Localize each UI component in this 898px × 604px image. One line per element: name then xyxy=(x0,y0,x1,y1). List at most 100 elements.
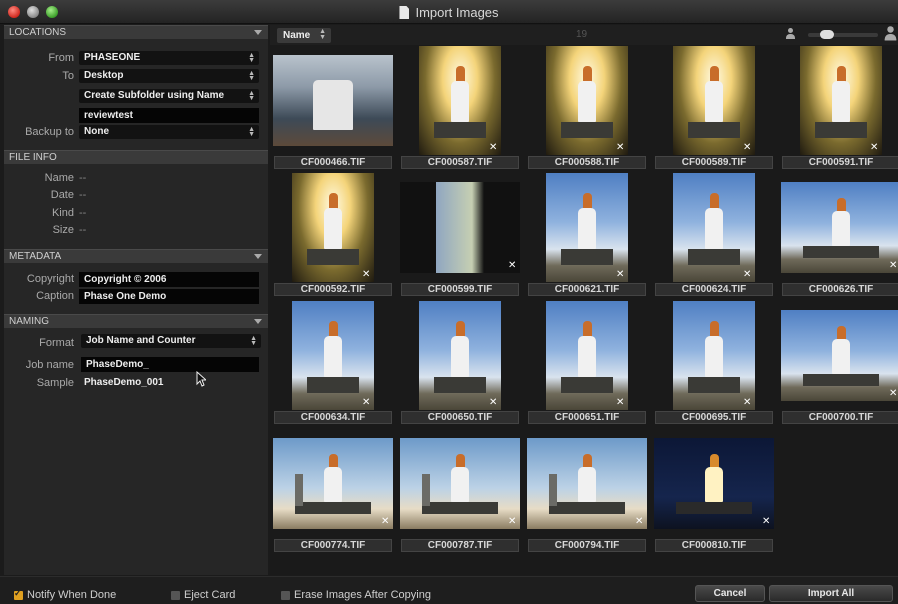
image-thumbnail[interactable]: ✕ xyxy=(673,301,755,410)
erase-checkbox[interactable] xyxy=(281,591,290,600)
image-thumbnail[interactable]: ✕ xyxy=(546,46,628,155)
caption-label: Caption xyxy=(36,290,74,302)
format-select[interactable]: Job Name and Counter ▲ ▼ xyxy=(81,334,261,348)
image-thumbnail-cell[interactable]: ✕ CF000592.TIF xyxy=(272,172,394,297)
locations-header[interactable]: LOCATIONS xyxy=(4,25,268,39)
notify-checkbox[interactable] xyxy=(14,588,23,600)
remove-icon[interactable]: ✕ xyxy=(743,270,753,280)
image-thumbnail-cell[interactable]: ✕ CF000589.TIF xyxy=(653,45,775,170)
image-thumbnail[interactable]: ✕ xyxy=(546,173,628,282)
remove-icon[interactable]: ✕ xyxy=(489,398,499,408)
file-date-value: -- xyxy=(79,189,87,201)
mouse-pointer-icon xyxy=(196,371,206,387)
stepper-arrows-icon: ▲ ▼ xyxy=(248,126,255,138)
stepper-arrows-icon: ▲ ▼ xyxy=(248,52,255,64)
image-thumbnail-cell[interactable]: CF000466.TIF xyxy=(272,45,394,170)
image-thumbnail[interactable]: ✕ xyxy=(546,301,628,410)
image-thumbnail-cell[interactable]: ✕ CF000651.TIF xyxy=(526,300,648,425)
launch-platform xyxy=(306,377,360,393)
image-thumbnail[interactable]: ✕ xyxy=(654,438,774,529)
image-thumbnail-cell[interactable]: ✕ CF000700.TIF xyxy=(780,300,898,425)
file-info-header[interactable]: FILE INFO xyxy=(4,150,268,164)
image-thumbnail[interactable]: ✕ xyxy=(673,173,755,282)
launch-platform xyxy=(433,122,487,138)
remove-icon[interactable]: ✕ xyxy=(743,143,753,153)
metadata-header[interactable]: METADATA xyxy=(4,249,268,263)
image-thumbnail-cell[interactable]: ✕ CF000588.TIF xyxy=(526,45,648,170)
remove-icon[interactable]: ✕ xyxy=(489,143,499,153)
orbiter xyxy=(832,80,850,123)
orbiter xyxy=(705,207,723,250)
remove-icon[interactable]: ✕ xyxy=(616,398,626,408)
remove-icon[interactable]: ✕ xyxy=(743,398,753,408)
from-select[interactable]: PHASEONE ▲ ▼ xyxy=(79,51,259,65)
orbiter xyxy=(578,207,596,250)
launch-platform xyxy=(814,122,868,138)
import-all-button[interactable]: Import All xyxy=(769,585,893,602)
image-thumbnail-cell[interactable]: ✕ CF000626.TIF xyxy=(780,172,898,297)
caption-field[interactable]: Phase One Demo xyxy=(79,289,259,304)
job-name-field[interactable]: PhaseDemo_ xyxy=(81,357,259,372)
remove-icon[interactable]: ✕ xyxy=(616,143,626,153)
remove-icon[interactable]: ✕ xyxy=(381,517,391,527)
image-thumbnail-cell[interactable]: ✕ CF000695.TIF xyxy=(653,300,775,425)
collapse-triangle-icon[interactable] xyxy=(254,254,262,259)
image-thumbnail-cell[interactable]: ✕ CF000587.TIF xyxy=(399,45,521,170)
remove-icon[interactable]: ✕ xyxy=(870,143,880,153)
remove-icon[interactable]: ✕ xyxy=(635,517,645,527)
image-thumbnail-cell[interactable]: ✕ CF000794.TIF xyxy=(526,428,648,553)
image-thumbnail[interactable]: ✕ xyxy=(419,301,501,410)
subfolder-name-field[interactable]: reviewtest xyxy=(79,108,259,123)
cancel-button[interactable]: Cancel xyxy=(695,585,765,602)
remove-icon[interactable]: ✕ xyxy=(508,261,518,271)
thumbnail-size-slider[interactable] xyxy=(808,33,878,37)
image-thumbnail-cell[interactable]: ✕ CF000634.TIF xyxy=(272,300,394,425)
image-thumbnail-cell[interactable]: ✕ CF000621.TIF xyxy=(526,172,648,297)
remove-icon[interactable]: ✕ xyxy=(362,398,372,408)
image-filename: CF000794.TIF xyxy=(528,539,646,552)
slider-knob[interactable] xyxy=(820,30,834,39)
image-thumbnail[interactable]: ✕ xyxy=(527,438,647,529)
launch-platform xyxy=(687,122,741,138)
image-thumbnail-cell[interactable]: ✕ CF000810.TIF xyxy=(653,428,775,553)
image-thumbnail[interactable] xyxy=(273,55,393,146)
sample-value: PhaseDemo_001 xyxy=(84,377,164,388)
image-thumbnail-cell[interactable]: ✕ CF000787.TIF xyxy=(399,428,521,553)
image-filename: CF000626.TIF xyxy=(782,283,898,296)
eject-checkbox[interactable] xyxy=(171,591,180,600)
image-thumbnail-cell[interactable]: ✕ CF000599.TIF xyxy=(399,172,521,297)
image-thumbnail[interactable]: ✕ xyxy=(781,182,898,273)
image-thumbnail[interactable]: ✕ xyxy=(673,46,755,155)
image-thumbnail-cell[interactable]: ✕ CF000650.TIF xyxy=(399,300,521,425)
naming-header[interactable]: NAMING xyxy=(4,314,268,328)
image-thumbnail-cell[interactable]: ✕ CF000624.TIF xyxy=(653,172,775,297)
image-thumbnail[interactable]: ✕ xyxy=(400,438,520,529)
remove-icon[interactable]: ✕ xyxy=(762,517,772,527)
format-label: Format xyxy=(39,337,74,349)
collapse-triangle-icon[interactable] xyxy=(254,319,262,324)
image-thumbnail[interactable]: ✕ xyxy=(273,438,393,529)
image-thumbnail[interactable]: ✕ xyxy=(292,301,374,410)
window-title: Import Images xyxy=(0,5,898,20)
subfolder-select[interactable]: Create Subfolder using Name ▲ ▼ xyxy=(79,89,259,103)
stepper-arrows-icon: ▲ ▼ xyxy=(319,28,326,41)
image-thumbnail[interactable]: ✕ xyxy=(419,46,501,155)
image-thumbnail[interactable]: ✕ xyxy=(400,182,520,273)
image-thumbnail[interactable]: ✕ xyxy=(292,173,374,282)
remove-icon[interactable]: ✕ xyxy=(508,517,518,527)
image-thumbnail-cell[interactable]: ✕ CF000774.TIF xyxy=(272,428,394,553)
sort-select[interactable]: Name ▲ ▼ xyxy=(277,28,331,43)
file-kind-value: -- xyxy=(79,207,87,219)
collapse-triangle-icon[interactable] xyxy=(254,30,262,35)
remove-icon[interactable]: ✕ xyxy=(889,389,898,399)
backup-select[interactable]: None ▲ ▼ xyxy=(79,125,259,139)
image-thumbnail[interactable]: ✕ xyxy=(800,46,882,155)
remove-icon[interactable]: ✕ xyxy=(616,270,626,280)
to-select[interactable]: Desktop ▲ ▼ xyxy=(79,69,259,83)
remove-icon[interactable]: ✕ xyxy=(889,261,898,271)
image-thumbnail-cell[interactable]: ✕ CF000591.TIF xyxy=(780,45,898,170)
remove-icon[interactable]: ✕ xyxy=(362,270,372,280)
copyright-field[interactable]: Copyright © 2006 xyxy=(79,272,259,287)
image-thumbnail[interactable]: ✕ xyxy=(781,310,898,401)
copyright-label: Copyright xyxy=(26,273,74,285)
